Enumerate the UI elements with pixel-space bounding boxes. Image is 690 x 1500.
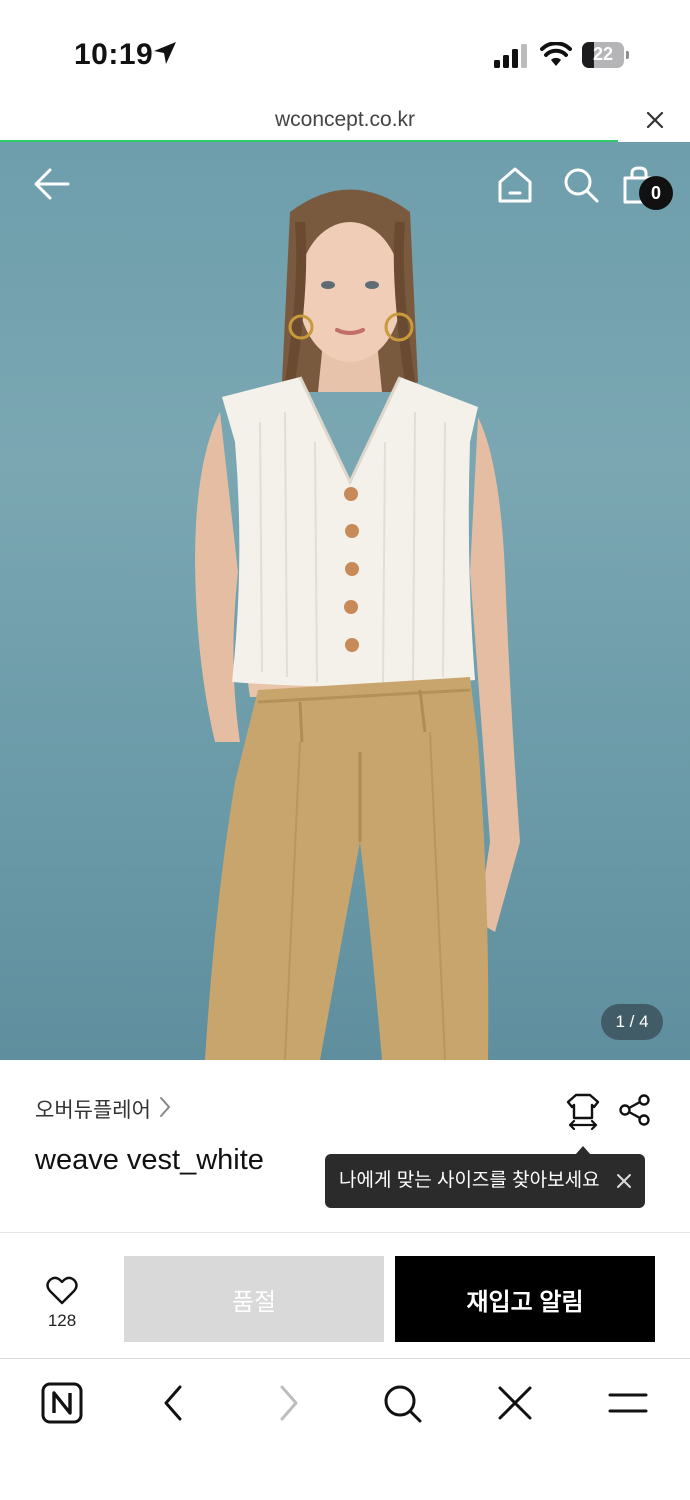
close-icon[interactable] — [645, 110, 665, 130]
cart-count-badge[interactable]: 0 — [639, 176, 673, 210]
status-time: 10:19 — [74, 38, 154, 71]
sold-out-button: 품절 — [124, 1256, 384, 1342]
size-guide-icon[interactable] — [566, 1092, 600, 1130]
like-count: 128 — [47, 1311, 77, 1330]
like-button[interactable]: 128 — [30, 1273, 94, 1333]
search-icon[interactable] — [380, 1381, 424, 1425]
status-bar: 10:19 22 — [0, 0, 690, 100]
battery-icon: 22 — [582, 42, 629, 68]
restock-alert-button[interactable]: 재입고 알림 — [395, 1256, 655, 1342]
heart-icon[interactable] — [46, 1275, 78, 1305]
battery-level: 22 — [592, 44, 614, 64]
url-text: wconcept.co.kr — [274, 108, 416, 131]
search-icon[interactable] — [562, 166, 600, 204]
purchase-bar: 128 품절 재입고 알림 — [0, 1233, 690, 1358]
product-title: weave vest_white — [35, 1144, 264, 1176]
wifi-icon — [540, 42, 572, 66]
url-bar[interactable]: wconcept.co.kr — [0, 100, 690, 142]
product-photo — [195, 189, 520, 1060]
image-counter: 1 / 4 — [601, 1004, 663, 1040]
close-icon[interactable] — [616, 1173, 632, 1189]
home-icon[interactable] — [496, 166, 534, 204]
brand-link[interactable]: 오버듀플레어 — [35, 1094, 151, 1124]
size-tooltip[interactable]: 나에게 맞는 사이즈를 찾아보세요 — [325, 1154, 645, 1208]
chevron-right-icon[interactable] — [158, 1096, 172, 1118]
back-chevron-icon[interactable] — [152, 1381, 196, 1425]
signal-icon — [494, 44, 527, 68]
location-arrow-icon — [154, 42, 176, 64]
naver-logo-icon[interactable] — [40, 1381, 84, 1425]
share-icon[interactable] — [618, 1093, 652, 1127]
forward-chevron-icon — [280, 1385, 298, 1421]
product-image[interactable] — [0, 142, 690, 1060]
browser-toolbar — [0, 1359, 690, 1500]
tooltip-text: 나에게 맞는 사이즈를 찾아보세요 — [339, 1170, 600, 1191]
menu-icon[interactable] — [606, 1381, 650, 1425]
back-arrow-icon[interactable] — [32, 166, 72, 202]
close-icon[interactable] — [493, 1381, 537, 1425]
